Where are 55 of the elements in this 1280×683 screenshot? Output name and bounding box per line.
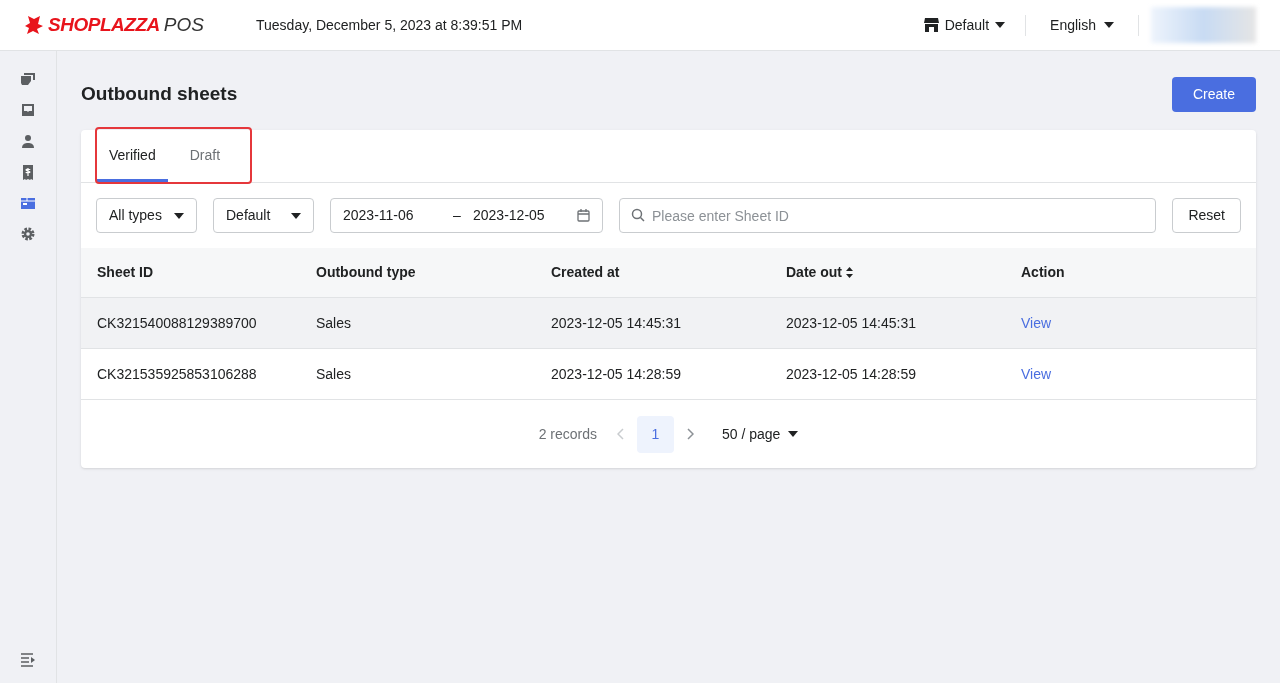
search-field[interactable]: Please enter Sheet ID (619, 198, 1157, 233)
search-icon (631, 208, 645, 222)
logo-icon (24, 15, 44, 35)
receipt-icon[interactable] (20, 164, 36, 180)
caret-down-icon (291, 212, 301, 219)
create-button[interactable]: Create (1171, 77, 1256, 112)
record-count: 2 records (538, 424, 597, 444)
next-page-icon[interactable] (686, 428, 694, 440)
tab[interactable]: Draft (177, 131, 233, 182)
column-header: Sheet ID (97, 263, 153, 282)
store-icon (923, 18, 939, 32)
settings-icon[interactable] (20, 226, 36, 242)
language-selector[interactable]: English (1026, 14, 1139, 36)
logo-text: SHOPLAZZA (48, 12, 160, 37)
caret-down-icon (788, 431, 799, 437)
logo-product-text: POS (163, 12, 204, 37)
table-cell-text: CK321535925853106288 (97, 364, 257, 384)
column-header: Created at (551, 263, 620, 282)
table-cell-text: 2023-12-05 14:45:31 (551, 313, 681, 333)
box-icon[interactable] (20, 195, 36, 211)
person-icon[interactable] (20, 133, 36, 149)
table-cell-text: 2023-12-05 14:28:59 (551, 364, 681, 384)
expand-menu-icon[interactable] (20, 653, 36, 667)
inbox-icon[interactable] (20, 102, 36, 118)
table-cell-text: Sales (316, 313, 352, 333)
caret-down-icon (995, 22, 1006, 28)
column-header: Date out (786, 263, 842, 282)
date-time: Tuesday, December 5, 2023 at 8:39:51 PM (256, 15, 523, 35)
page-size-dropdown[interactable]: 50 / page (722, 423, 799, 445)
table-cell-text: CK321540088129389700 (97, 313, 257, 333)
start-date: 2023-11-06 (343, 206, 415, 225)
sort-icon[interactable] (846, 267, 853, 278)
calendar-icon (577, 209, 590, 222)
page-title: Outbound sheets (81, 82, 238, 107)
view-link[interactable]: View (1021, 363, 1052, 385)
table-cell-text: 2023-12-05 14:28:59 (786, 364, 916, 384)
table-row[interactable]: CK321535925853106288 Sales 2023-12-05 14:28:59 2023-12-05 14:28:59 View (81, 349, 1256, 400)
caret-down-icon (1104, 22, 1114, 28)
table-cell-text: Sales (316, 364, 352, 384)
type-dropdown[interactable]: All types (96, 198, 197, 233)
store-selector[interactable]: Default (923, 14, 1027, 36)
table-cell-text: 2023-12-05 14:45:31 (786, 313, 916, 333)
caret-down-icon (174, 212, 184, 219)
reset-button[interactable]: Reset (1172, 198, 1241, 233)
column-header: Outbound type (316, 263, 416, 282)
cards-icon[interactable] (20, 71, 36, 87)
tab[interactable]: Verified (97, 131, 168, 182)
date-separator: – (453, 206, 462, 225)
date-range-field[interactable]: 2023-11-06 – 2023-12-05 (330, 198, 603, 233)
page-button[interactable]: 1 (637, 415, 674, 453)
end-date: 2023-12-05 (473, 206, 545, 225)
store-dropdown[interactable]: Default (213, 198, 314, 233)
table-row[interactable]: CK321540088129389700 Sales 2023-12-05 14:45:31 2023-12-05 14:45:31 View (81, 298, 1256, 349)
column-header: Action (1021, 263, 1065, 282)
view-link[interactable]: View (1021, 312, 1052, 334)
